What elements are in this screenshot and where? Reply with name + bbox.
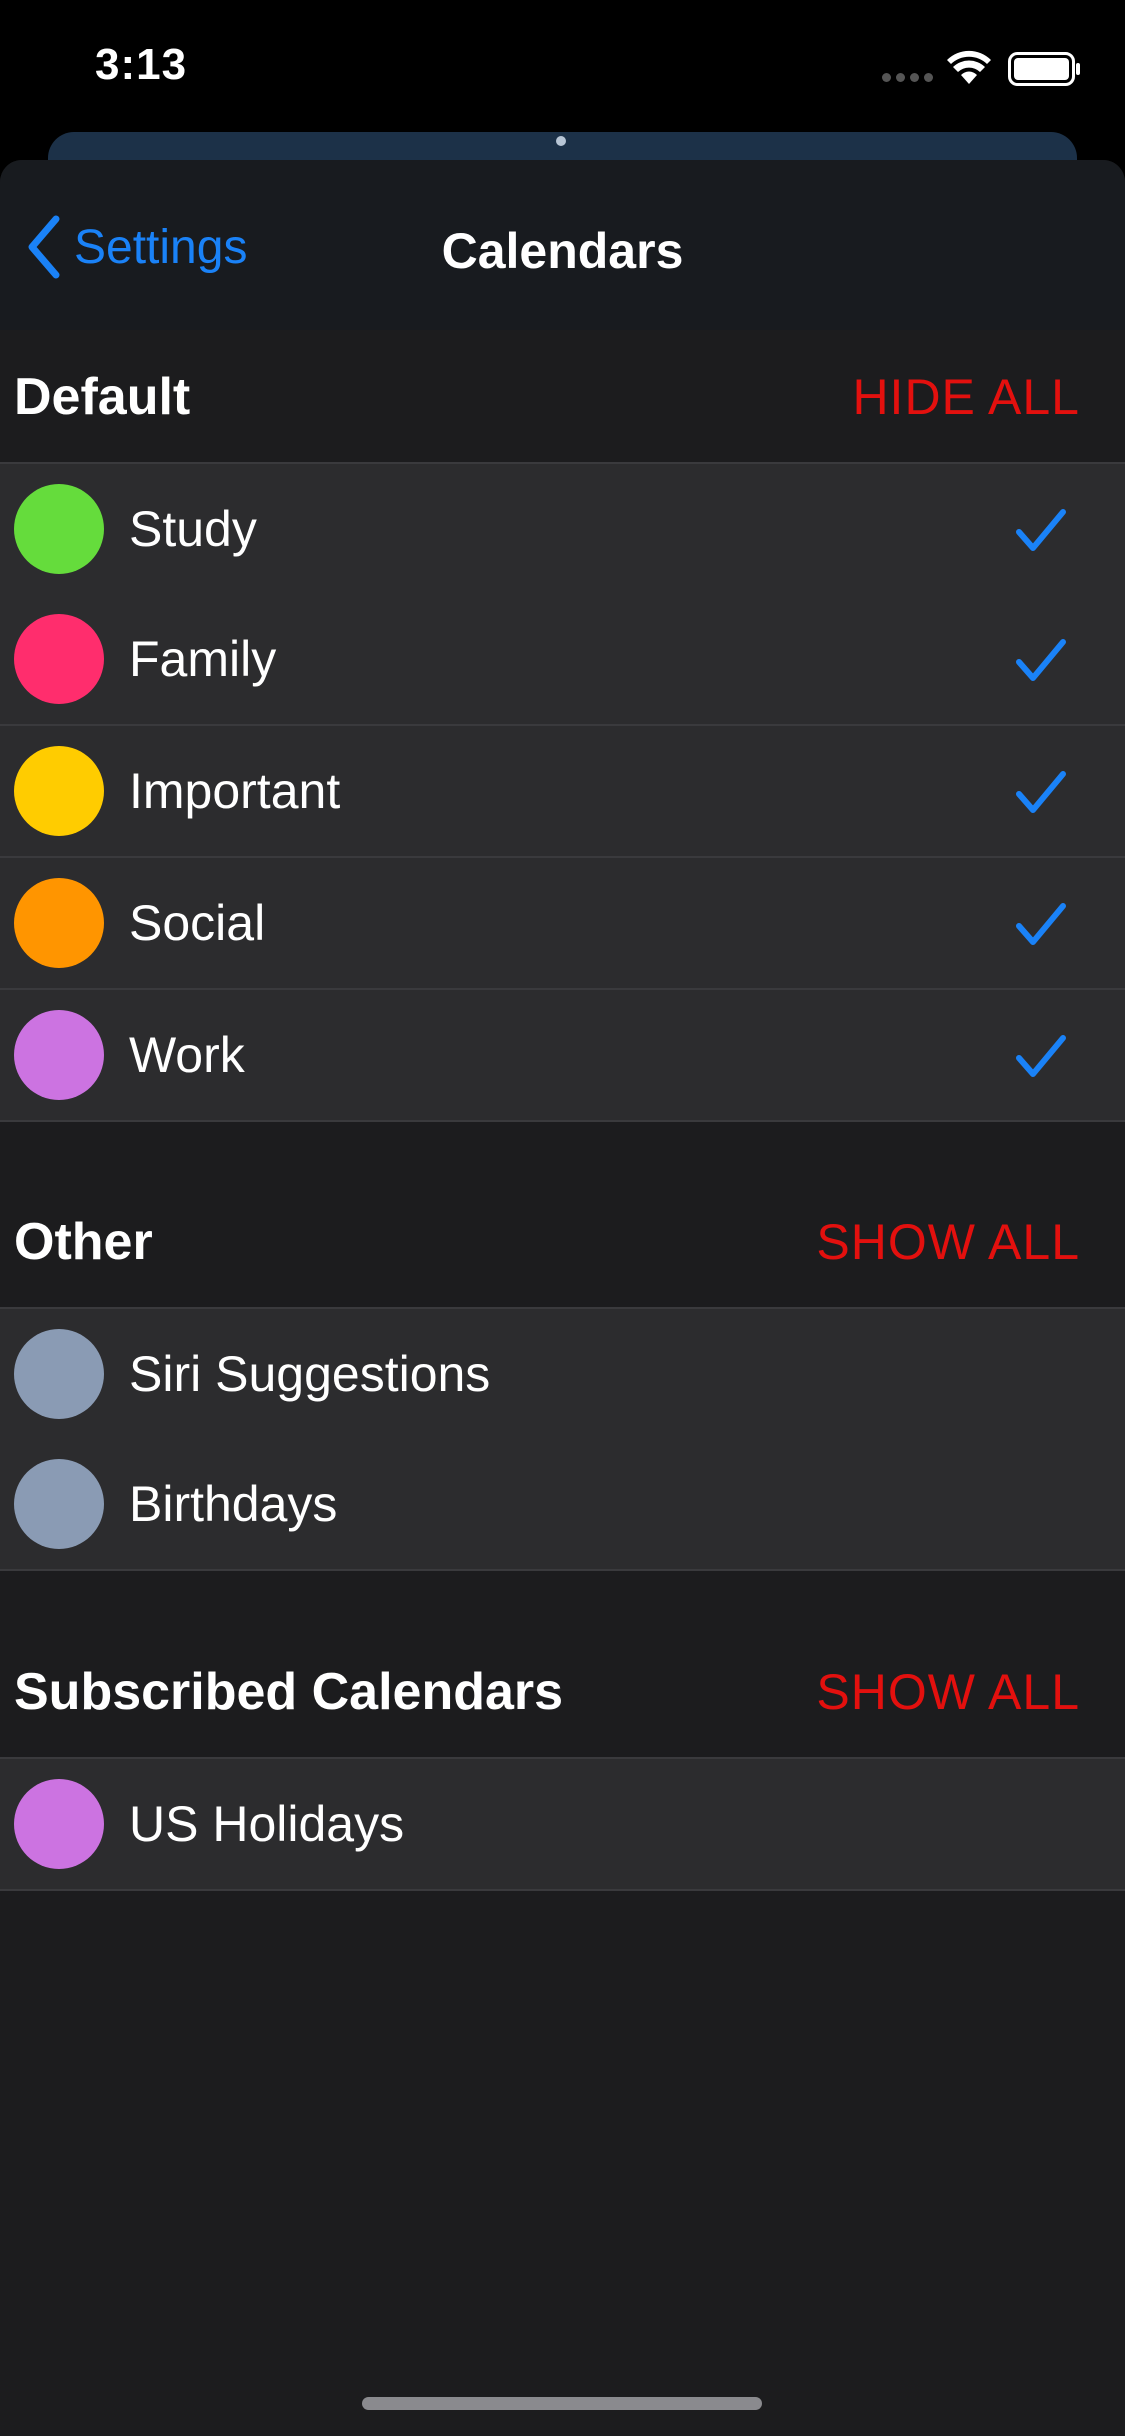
calendar-row-family[interactable]: Family [0, 594, 1125, 726]
section-header-default: Default HIDE ALL [0, 332, 1125, 462]
show-all-button[interactable]: SHOW ALL [816, 1213, 1080, 1271]
calendar-color-dot [14, 1010, 104, 1100]
calendar-row-siri-suggestions[interactable]: Siri Suggestions [0, 1307, 1125, 1441]
battery-icon [1008, 52, 1080, 86]
calendar-label: Birthdays [129, 1476, 338, 1532]
calendar-label: Social [129, 895, 266, 951]
section-title: Other [14, 1213, 153, 1271]
calendar-row-birthdays[interactable]: Birthdays [0, 1439, 1125, 1571]
calendar-color-dot [14, 1779, 104, 1869]
calendar-row-us-holidays[interactable]: US Holidays [0, 1757, 1125, 1891]
calendar-row-study[interactable]: Study [0, 462, 1125, 596]
hide-all-button[interactable]: HIDE ALL [852, 368, 1080, 426]
section-header-subscribed: Subscribed Calendars SHOW ALL [0, 1627, 1125, 1757]
calendar-label: Family [129, 631, 277, 687]
wifi-icon [947, 50, 991, 84]
section-title: Default [14, 368, 191, 426]
calendars-sheet: Settings Calendars Default HIDE ALL Stud… [0, 160, 1125, 2436]
calendar-label: Study [129, 501, 257, 557]
checkmark-icon [1016, 639, 1066, 681]
section-header-other: Other SHOW ALL [0, 1177, 1125, 1307]
calendar-color-dot [14, 878, 104, 968]
calendar-color-dot [14, 1329, 104, 1419]
section-title: Subscribed Calendars [14, 1663, 564, 1721]
calendar-label: Important [129, 763, 341, 819]
calendar-label: Work [129, 1027, 245, 1083]
signal-icon [882, 73, 934, 83]
calendar-label: US Holidays [129, 1796, 405, 1852]
checkmark-icon [1016, 771, 1066, 813]
home-indicator[interactable] [362, 2397, 762, 2410]
show-all-button[interactable]: SHOW ALL [816, 1663, 1080, 1721]
calendar-color-dot [14, 614, 104, 704]
calendar-row-social[interactable]: Social [0, 858, 1125, 990]
calendar-color-dot [14, 484, 104, 574]
calendar-row-important[interactable]: Important [0, 726, 1125, 858]
page-title: Calendars [441, 223, 684, 279]
navigation-bar: Settings Calendars [0, 160, 1125, 330]
checkmark-icon [1016, 1035, 1066, 1077]
calendar-color-dot [14, 746, 104, 836]
checkmark-icon [1016, 903, 1066, 945]
calendar-label: Siri Suggestions [129, 1346, 491, 1402]
camera-dot [556, 136, 566, 146]
calendar-row-work[interactable]: Work [0, 990, 1125, 1122]
status-bar: 3:13 [0, 0, 1125, 130]
status-time: 3:13 [95, 40, 188, 89]
calendar-color-dot [14, 1459, 104, 1549]
checkmark-icon [1016, 509, 1066, 551]
